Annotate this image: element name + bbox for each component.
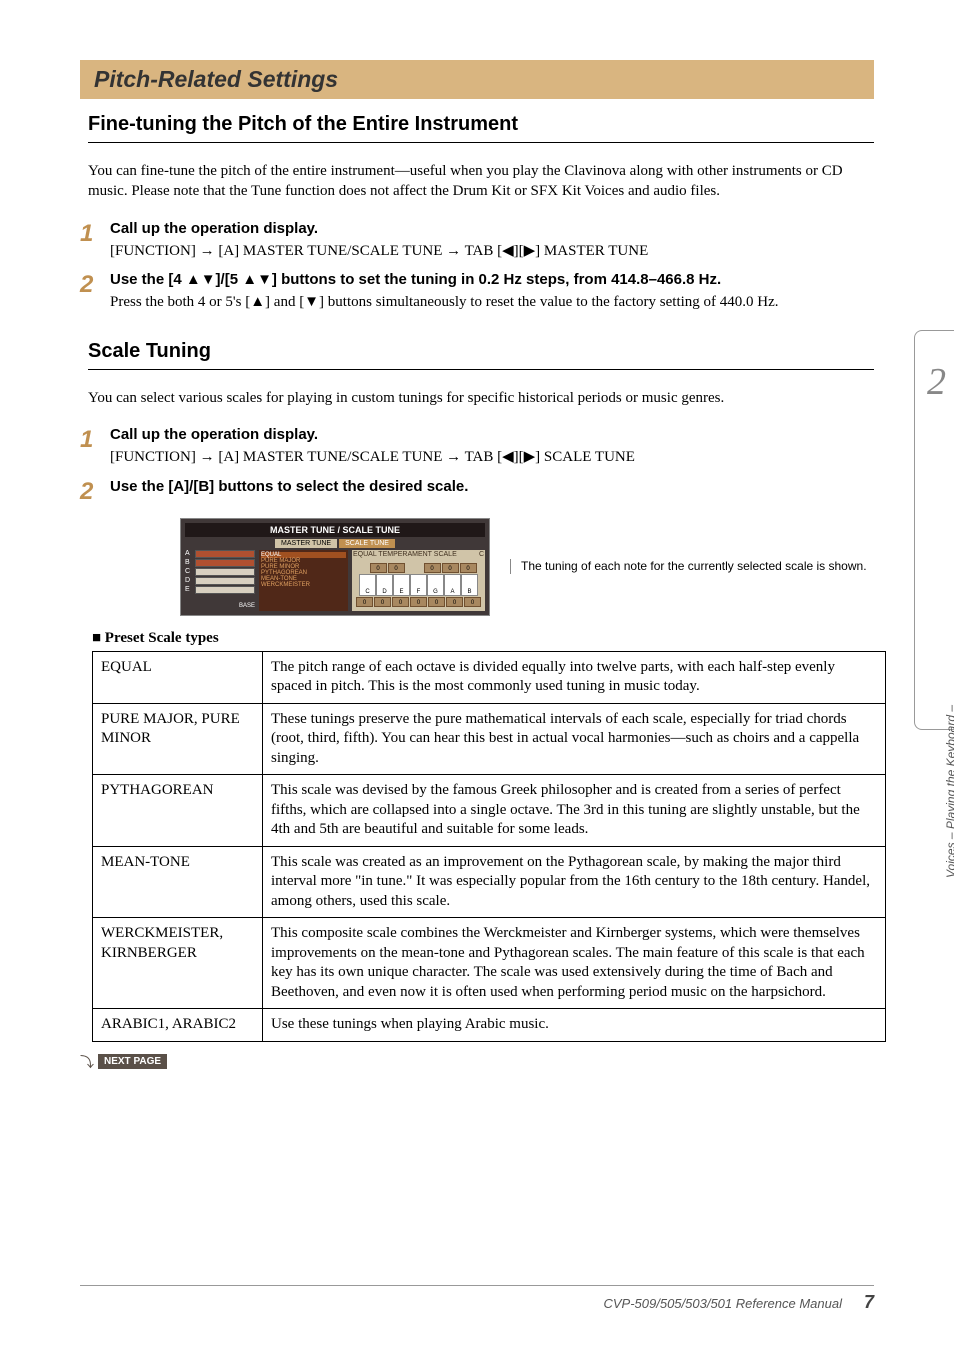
fig-tab-master: MASTER TUNE	[275, 539, 337, 548]
next-page-indicator: ⤵ NEXT PAGE	[80, 1052, 874, 1072]
fig-btn-a	[195, 550, 255, 558]
finetune-heading: Fine-tuning the Pitch of the Entire Inst…	[88, 113, 874, 143]
fig-btn-c	[195, 568, 255, 576]
scale-desc: This scale was created as an improvement…	[263, 846, 886, 918]
fig-tab-scale: SCALE TUNE	[339, 539, 395, 548]
step-title: Call up the operation display.	[110, 220, 874, 237]
fig-key: C	[359, 574, 376, 596]
scale-step-1: 1 Call up the operation display. [FUNCTI…	[80, 426, 874, 467]
table-row: PURE MAJOR, PURE MINORThese tunings pres…	[93, 703, 886, 775]
scale-name: EQUAL	[93, 651, 263, 703]
step-title: Call up the operation display.	[110, 426, 874, 443]
fig-btn-b-label: B	[185, 559, 193, 566]
fig-val: 0	[460, 563, 477, 573]
step-text: [FUNCTION] → [A] MASTER TUNE/SCALE TUNE …	[110, 447, 874, 467]
fig-val: 0	[424, 563, 441, 573]
fig-key: A	[444, 574, 461, 596]
scale-intro: You can select various scales for playin…	[88, 388, 874, 408]
fig-btn-e-label: E	[185, 586, 193, 593]
fig-key: D	[376, 574, 393, 596]
fig-val: 0	[356, 597, 373, 607]
fig-val: 0	[464, 597, 481, 607]
scale-name: MEAN-TONE	[93, 846, 263, 918]
step-text: [FUNCTION] → [A] MASTER TUNE/SCALE TUNE …	[110, 241, 874, 261]
fig-titlebar: MASTER TUNE / SCALE TUNE	[185, 523, 485, 537]
table-row: EQUALThe pitch range of each octave is d…	[93, 651, 886, 703]
fig-btn-d	[195, 577, 255, 585]
fig-key: B	[461, 574, 478, 596]
fig-val: 0	[428, 597, 445, 607]
scale-step-2: 2 Use the [A]/[B] buttons to select the …	[80, 478, 874, 506]
fig-val: 0	[392, 597, 409, 607]
step-number: 1	[80, 220, 110, 261]
fig-btn-c-label: C	[185, 568, 193, 575]
fig-val: 0	[410, 597, 427, 607]
preset-scale-table: EQUALThe pitch range of each octave is d…	[92, 651, 886, 1042]
fig-val: 0	[442, 563, 459, 573]
step-title: Use the [A]/[B] buttons to select the de…	[110, 478, 874, 495]
scale-name: WERCKMEISTER, KIRNBERGER	[93, 918, 263, 1009]
fig-key: G	[427, 574, 444, 596]
fig-keyboard: 0 0 0 0 0 C D E	[352, 559, 485, 611]
sidebar-chapter-title: Voices – Playing the Keyboard –	[944, 705, 954, 878]
fig-btn-e	[195, 586, 255, 594]
scale-name: ARABIC1, ARABIC2	[93, 1009, 263, 1042]
section-header: Pitch-Related Settings	[80, 60, 874, 99]
step-text: Press the both 4 or 5's [▲] and [▼] butt…	[110, 292, 874, 312]
figure-row: MASTER TUNE / SCALE TUNE MASTER TUNE SCA…	[180, 518, 874, 616]
fig-key: E	[393, 574, 410, 596]
scale-desc: This composite scale combines the Werckm…	[263, 918, 886, 1009]
scale-desc: Use these tunings when playing Arabic mu…	[263, 1009, 886, 1042]
fig-btn-a-label: A	[185, 550, 193, 557]
scale-desc: This scale was devised by the famous Gre…	[263, 775, 886, 847]
scale-tune-screenshot: MASTER TUNE / SCALE TUNE MASTER TUNE SCA…	[180, 518, 490, 616]
fig-val: 0	[446, 597, 463, 607]
table-row: PYTHAGOREANThis scale was devised by the…	[93, 775, 886, 847]
footer-page-number: 7	[864, 1292, 874, 1313]
footer-manual: CVP-509/505/503/501 Reference Manual	[603, 1296, 842, 1311]
fig-eq-title: EQUAL TEMPERAMENT SCALE	[353, 551, 457, 558]
fig-base-label: BASE	[185, 603, 255, 609]
scale-name: PYTHAGOREAN	[93, 775, 263, 847]
fig-val: 0	[374, 597, 391, 607]
step-number: 2	[80, 271, 110, 312]
scale-desc: These tunings preserve the pure mathemat…	[263, 703, 886, 775]
figure-caption: The tuning of each note for the currentl…	[510, 559, 874, 575]
table-row: MEAN-TONEThis scale was created as an im…	[93, 846, 886, 918]
chapter-number: 2	[927, 360, 946, 404]
scale-name: PURE MAJOR, PURE MINOR	[93, 703, 263, 775]
finetune-intro: You can fine-tune the pitch of the entir…	[88, 161, 874, 202]
scale-desc: The pitch range of each octave is divide…	[263, 651, 886, 703]
table-heading: ■ Preset Scale types	[92, 630, 874, 647]
next-page-label: NEXT PAGE	[98, 1054, 167, 1069]
fig-val: 0	[370, 563, 387, 573]
step-title: Use the [4 ▲▼]/[5 ▲▼] buttons to set the…	[110, 271, 874, 288]
fig-btn-b	[195, 559, 255, 567]
table-row: ARABIC1, ARABIC2Use these tunings when p…	[93, 1009, 886, 1042]
step-number: 2	[80, 478, 110, 506]
step-number: 1	[80, 426, 110, 467]
next-page-icon: ⤵	[80, 1052, 94, 1072]
fig-btn-d-label: D	[185, 577, 193, 584]
fig-scale-list: EQUAL PURE MAJOR PURE MINOR PYTHAGOREAN …	[259, 550, 348, 611]
table-row: WERCKMEISTER, KIRNBERGERThis composite s…	[93, 918, 886, 1009]
fig-val: 0	[388, 563, 405, 573]
section-title: Pitch-Related Settings	[94, 66, 338, 92]
finetune-step-1: 1 Call up the operation display. [FUNCTI…	[80, 220, 874, 261]
scale-heading: Scale Tuning	[88, 340, 874, 370]
finetune-step-2: 2 Use the [4 ▲▼]/[5 ▲▼] buttons to set t…	[80, 271, 874, 312]
fig-key: F	[410, 574, 427, 596]
fig-eq-c: C	[479, 551, 484, 558]
fig-list-item: WERCKMEISTER	[261, 582, 346, 588]
page-footer: CVP-509/505/503/501 Reference Manual 7	[80, 1285, 874, 1313]
